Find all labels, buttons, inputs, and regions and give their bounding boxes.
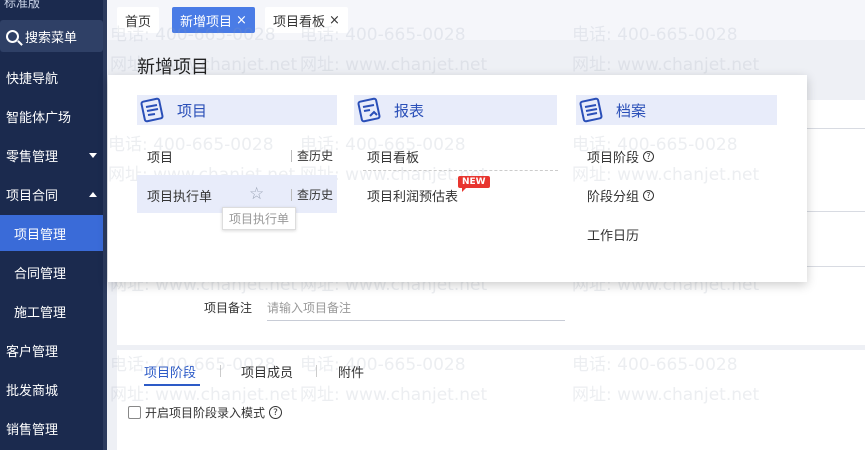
stage-entry-mode-label: 开启项目阶段录入模式 <box>145 406 266 420</box>
sidebar-item-label: 快捷导航 <box>6 71 59 87</box>
remark-input[interactable]: 请输入项目备注 <box>267 299 565 321</box>
help-icon[interactable]: ? <box>269 406 283 419</box>
sidebar-item-sales[interactable]: 销售管理 <box>0 410 103 446</box>
tab-separator <box>316 365 317 377</box>
form-tab-attachments[interactable]: 附件 <box>338 362 364 381</box>
tab-new-project[interactable]: 新增项目 × <box>172 7 255 33</box>
tab-separator <box>220 365 221 377</box>
sidebar-item-project-management[interactable]: 项目管理 <box>0 215 103 251</box>
column-title: 报表 <box>394 101 425 120</box>
stage-entry-mode-row: 开启项目阶段录入模式 ? <box>128 404 283 421</box>
column-header-project: 项目 <box>137 95 337 125</box>
star-icon[interactable]: ☆ <box>249 184 264 204</box>
menu-item-project-board[interactable]: 项目看板 <box>367 147 419 166</box>
menu-item-project-stage[interactable]: 项目阶段 ? <box>587 147 655 166</box>
stage-entry-mode-checkbox[interactable] <box>128 406 141 419</box>
sidebar-item-label: 合同管理 <box>14 266 67 282</box>
tabs-card <box>117 350 865 450</box>
chevron-down-icon <box>89 152 97 158</box>
sidebar-item-label: 项目合同 <box>6 188 59 204</box>
view-history-link[interactable]: 查历史 <box>297 186 333 203</box>
sidebar-item-quick-nav[interactable]: 快捷导航 <box>0 59 103 95</box>
history-separator <box>291 189 292 201</box>
tab-label: 首页 <box>125 14 152 30</box>
tab-label: 项目看板 <box>273 14 326 30</box>
view-history-link[interactable]: 查历史 <box>297 147 333 164</box>
sidebar-item-retail[interactable]: 零售管理 <box>0 137 103 173</box>
column-title: 项目 <box>177 101 208 120</box>
new-project-menu-panel: 电话: 400-665-0028 网址: www.chanjet.net 电话:… <box>108 75 807 282</box>
menu-item-profit-estimate[interactable]: 项目利润预估表 <box>367 186 458 205</box>
menu-item-project-execution[interactable]: 项目执行单 <box>147 186 212 205</box>
search-menu-label: 搜索菜单 <box>25 30 78 46</box>
edition-label: 标准版 <box>4 0 41 10</box>
menu-item-project[interactable]: 项目 <box>147 147 173 166</box>
sidebar-item-label: 施工管理 <box>14 305 67 321</box>
remark-label: 项目备注 <box>204 301 253 315</box>
history-separator <box>291 150 292 162</box>
tab-bar: 首页 新增项目 × 项目看板 × <box>107 0 865 40</box>
form-tab-stages[interactable]: 项目阶段 <box>144 362 196 381</box>
watermark: 电话: 400-665-0028 <box>108 135 274 155</box>
help-icon[interactable]: ? <box>643 190 655 201</box>
row-divider <box>363 170 558 171</box>
sidebar-item-wholesale[interactable]: 批发商城 <box>0 371 103 407</box>
chevron-up-icon <box>89 191 97 197</box>
menu-item-label: 阶段分组 <box>587 190 640 205</box>
sidebar-item-label: 智能体广场 <box>6 110 72 126</box>
tab-label: 新增项目 <box>180 14 233 30</box>
menu-item-stage-group[interactable]: 阶段分组 ? <box>587 186 655 205</box>
sidebar-item-project-contract[interactable]: 项目合同 <box>0 176 103 212</box>
sidebar-item-agent-plaza[interactable]: 智能体广场 <box>0 98 103 134</box>
sidebar-item-label: 批发商城 <box>6 383 59 399</box>
sidebar-item-construction[interactable]: 施工管理 <box>0 293 103 329</box>
sidebar-item-label: 项目管理 <box>14 227 67 243</box>
report-doc-icon <box>354 95 384 125</box>
close-icon[interactable]: × <box>236 13 247 28</box>
sidebar-item-label: 销售管理 <box>6 422 59 438</box>
tab-project-board[interactable]: 项目看板 × <box>265 7 348 33</box>
project-doc-icon <box>137 95 167 125</box>
form-tab-members[interactable]: 项目成员 <box>241 362 293 381</box>
close-icon[interactable]: × <box>329 13 340 28</box>
search-icon <box>6 29 19 43</box>
column-title: 档案 <box>616 101 647 120</box>
sidebar-item-label: 客户管理 <box>6 344 59 360</box>
archive-doc-icon <box>576 95 606 125</box>
search-menu-button[interactable]: 搜索菜单 <box>0 20 103 52</box>
menu-item-label: 项目阶段 <box>587 151 640 166</box>
tab-home[interactable]: 首页 <box>117 7 160 33</box>
column-header-report: 报表 <box>354 95 557 125</box>
new-badge: NEW <box>458 176 490 192</box>
tooltip: 项目执行单 <box>222 207 297 230</box>
sidebar-item-contract-management[interactable]: 合同管理 <box>0 254 103 290</box>
active-tab-indicator <box>144 384 200 386</box>
sidebar-item-label: 零售管理 <box>6 149 59 165</box>
help-icon[interactable]: ? <box>643 151 655 162</box>
sidebar: 标准版 搜索菜单 快捷导航 智能体广场 零售管理 项目合同 项目管理 合同管理 … <box>0 0 107 450</box>
sidebar-item-customer[interactable]: 客户管理 <box>0 332 103 368</box>
column-header-archive: 档案 <box>576 95 777 125</box>
menu-item-work-calendar[interactable]: 工作日历 <box>587 225 639 244</box>
